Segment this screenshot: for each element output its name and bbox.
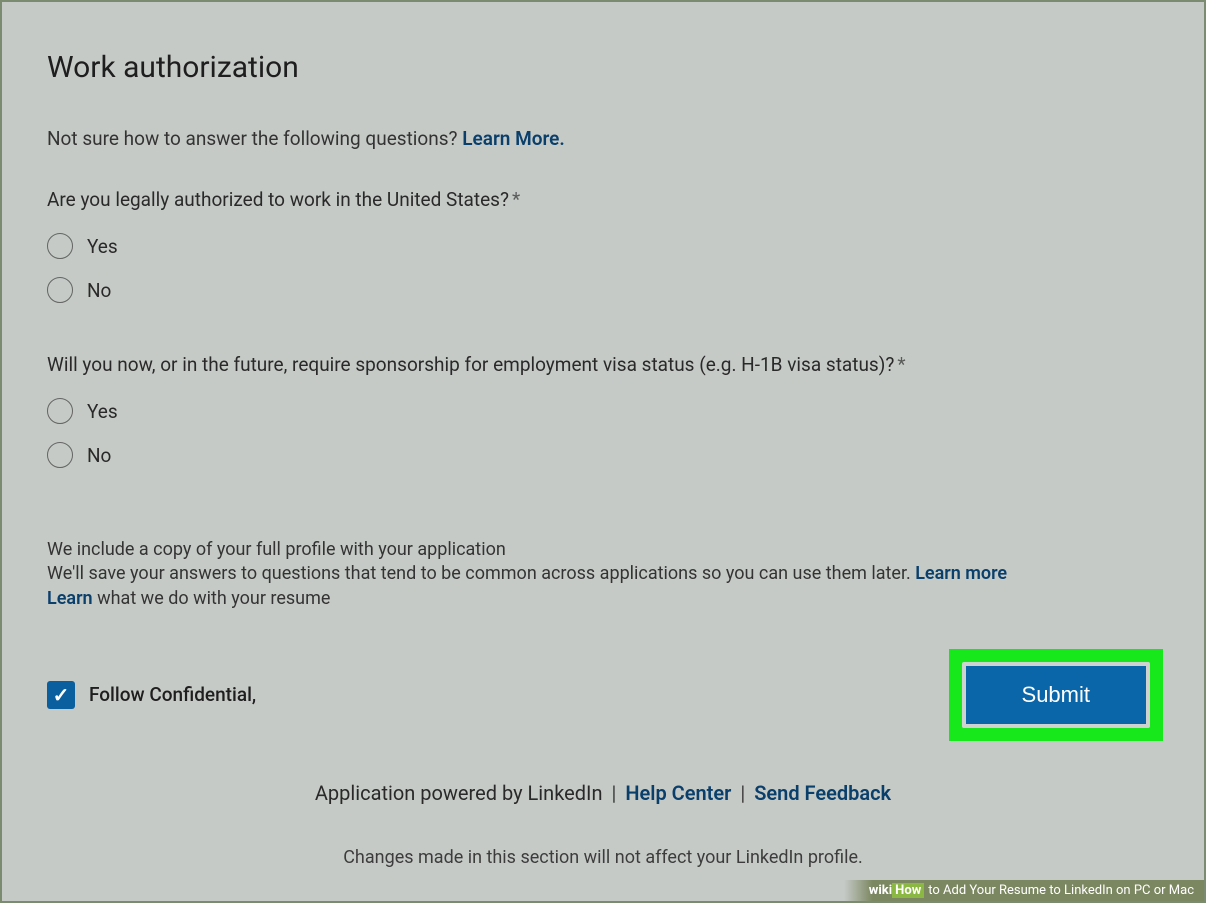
question-1-group: Are you legally authorized to work in th… xyxy=(47,188,1159,303)
radio-q1-no[interactable]: No xyxy=(47,277,1159,303)
info-section: We include a copy of your full profile w… xyxy=(47,538,1159,611)
info-line-1: We include a copy of your full profile w… xyxy=(47,538,1159,562)
bottom-row: ✓ Follow Confidential, Submit xyxy=(47,649,1159,741)
checkbox-label: Follow Confidential, xyxy=(89,683,256,706)
help-center-link[interactable]: Help Center xyxy=(625,781,731,805)
follow-confidential-checkbox[interactable]: ✓ Follow Confidential, xyxy=(47,681,256,709)
radio-circle-icon xyxy=(47,233,73,259)
question-2-label: Will you now, or in the future, require … xyxy=(47,353,1159,376)
radio-label: No xyxy=(87,444,111,467)
question-2-group: Will you now, or in the future, require … xyxy=(47,353,1159,468)
radio-q2-no[interactable]: No xyxy=(47,442,1159,468)
info-line-2: We'll save your answers to questions tha… xyxy=(47,562,1159,586)
info-line-3: Learn what we do with your resume xyxy=(47,587,1159,611)
learn-link[interactable]: Learn xyxy=(47,588,93,609)
learn-more-link-2[interactable]: Learn more xyxy=(915,563,1007,584)
divider: | xyxy=(611,781,616,805)
checkmark-icon: ✓ xyxy=(53,683,70,707)
submit-highlight: Submit xyxy=(949,649,1163,741)
checkbox-box-icon: ✓ xyxy=(47,681,75,709)
radio-q1-yes[interactable]: Yes xyxy=(47,233,1159,259)
divider: | xyxy=(740,781,745,805)
required-indicator: * xyxy=(897,353,905,376)
required-indicator: * xyxy=(512,188,520,211)
wikihow-how: How xyxy=(892,883,924,898)
watermark-text: to Add Your Resume to LinkedIn on PC or … xyxy=(928,883,1194,898)
footer-note: Changes made in this section will not af… xyxy=(47,847,1159,868)
radio-label: Yes xyxy=(87,400,118,423)
radio-label: Yes xyxy=(87,235,118,258)
footer-prefix: Application powered by LinkedIn xyxy=(315,781,608,805)
radio-circle-icon xyxy=(47,277,73,303)
wikihow-watermark: wikiHow to Add Your Resume to LinkedIn o… xyxy=(844,880,1204,901)
question-1-label: Are you legally authorized to work in th… xyxy=(47,188,1159,211)
help-text-content: Not sure how to answer the following que… xyxy=(47,127,462,150)
wikihow-logo: wiki xyxy=(869,883,892,898)
radio-circle-icon xyxy=(47,398,73,424)
radio-label: No xyxy=(87,279,111,302)
footer-links: Application powered by LinkedIn | Help C… xyxy=(47,781,1159,805)
help-text: Not sure how to answer the following que… xyxy=(47,127,1159,150)
send-feedback-link[interactable]: Send Feedback xyxy=(754,781,891,805)
learn-more-link[interactable]: Learn More. xyxy=(462,127,565,150)
radio-circle-icon xyxy=(47,442,73,468)
radio-q2-yes[interactable]: Yes xyxy=(47,398,1159,424)
submit-button[interactable]: Submit xyxy=(962,662,1150,728)
page-title: Work authorization xyxy=(47,50,1159,85)
